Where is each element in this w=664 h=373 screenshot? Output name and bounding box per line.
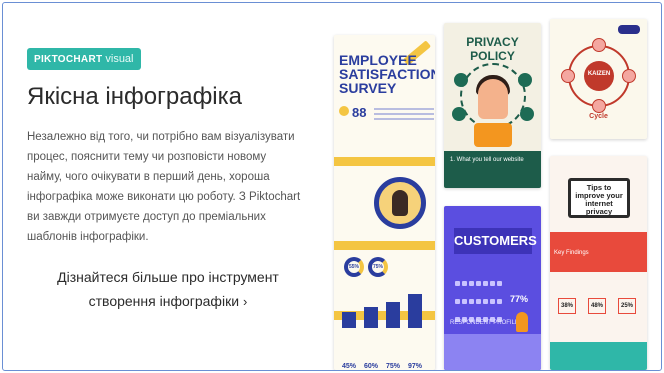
person-square [469,281,474,286]
person-square [483,281,488,286]
person-square [462,281,467,286]
badge-suffix: visual [105,53,134,65]
kaizen-center: KAIZEN [584,61,614,91]
red-caption: Key Findings [554,250,589,256]
cycle-dot [622,69,636,83]
template-title: CUSTOMERS [454,233,537,248]
survey-bar [342,312,356,328]
template-thumbnail-privacy-policy[interactable]: PRIVACY POLICY 1. What you tell our webs… [444,23,541,188]
cycle-label: Cycle [589,113,608,120]
cycle-dot [592,99,606,113]
kaizen-label: KAIZEN [587,71,611,77]
section-band [334,241,435,250]
survey-bar-label: 45% [342,363,357,370]
template-title: PRIVACY POLICY [466,35,519,63]
tag-pill [618,25,640,34]
feature-card: PIKTOCHART visual Якісна інфографіка Нез… [2,2,662,371]
person-square [476,299,481,304]
feature-title: Якісна інфографіка [27,83,243,110]
person-square [455,299,460,304]
template-thumbnail-employee-survey[interactable]: EMPLOYEE SATISFACTION SURVEY 88 55% 75% … [334,35,435,370]
chevron-right-icon: › [243,294,248,309]
ring-label: 75% [372,264,383,270]
stat-box: 25% [618,298,636,314]
person-square [497,299,502,304]
survey-bar [386,302,400,328]
person-square [483,299,488,304]
teal-band [550,342,647,370]
dark-strip: 1. What you tell our website [444,151,541,188]
ring-label: 55% [348,264,359,270]
template-thumbnail-customers[interactable]: CUSTOMERS 77% RESPONDENT PROFILE [444,206,541,370]
template-title: Tips to improve your internet privacy [575,183,623,216]
person-square [469,299,474,304]
feature-description: Незалежно від того, чи потрібно вам візу… [27,131,301,243]
person-square [462,299,467,304]
person-square [490,281,495,286]
text-lines [374,108,434,123]
laptop-illustration [474,123,512,147]
survey-bar [364,307,378,328]
piktochart-visual-badge: PIKTOCHART visual [27,48,141,70]
survey-bar-label: 97% [408,363,423,370]
stat-box: 38% [558,298,576,314]
icon-dot [452,107,466,121]
survey-bar [408,294,422,328]
icon-dot [518,73,532,87]
learn-more-link[interactable]: Дізнайтеся більше про інструмент створен… [27,265,309,314]
employee-photo [374,177,426,229]
badge-brand: PIKTOCHART [34,53,103,65]
stat-dot [339,106,349,116]
profile-band [444,334,541,370]
ring-chart: 75% [368,257,388,277]
person-illustration [478,79,508,119]
stat-box: 48% [588,298,606,314]
person-square [455,281,460,286]
profile-label: RESPONDENT PROFILE [450,320,519,326]
ring-chart: 55% [344,257,364,277]
laptop-screen: Tips to improve your internet privacy [571,181,627,216]
title-banner: CUSTOMERS [454,228,537,254]
red-band: Key Findings [550,232,647,272]
person-square [497,281,502,286]
template-title: EMPLOYEE SATISFACTION SURVEY [339,52,435,96]
survey-bar-label: 60% [364,363,379,370]
template-thumbnail-internet-privacy[interactable]: Tips to improve your internet privacy Ke… [550,156,647,370]
person-illustration [516,312,528,332]
section-band [334,157,435,166]
customers-stat: 77% [510,294,529,304]
icon-dot [454,73,468,87]
survey-bar-label: 75% [386,363,401,370]
template-thumbnail-kaizen[interactable]: KAIZEN Cycle [550,19,647,139]
cycle-dot [561,69,575,83]
person-square [490,299,495,304]
icon-dot [520,107,534,121]
person-square [476,281,481,286]
survey-stat: 88 [352,105,367,120]
cycle-dot [592,38,606,52]
strip-caption: 1. What you tell our website [450,157,524,163]
